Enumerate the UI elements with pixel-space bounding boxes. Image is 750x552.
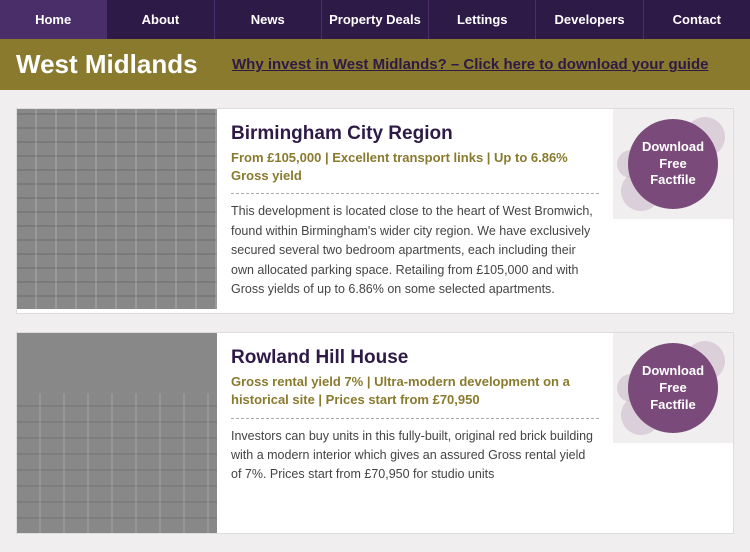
birmingham-title: Birmingham City Region (231, 123, 599, 145)
download-line2: Free (659, 156, 686, 173)
rowland-download-area: Download Free Factfile (613, 333, 733, 443)
birmingham-description: This development is located close to the… (231, 202, 599, 299)
download-line3-2: Factfile (650, 397, 696, 414)
download-line1-2: Download (642, 363, 704, 380)
nav-home[interactable]: Home (0, 0, 107, 39)
download-line2-2: Free (659, 380, 686, 397)
header-banner: West Midlands Why invest in West Midland… (0, 39, 750, 90)
property-list: Birmingham City Region From £105,000 | E… (0, 90, 750, 552)
nav-news[interactable]: News (215, 0, 322, 39)
birmingham-image (17, 109, 217, 309)
birmingham-download-area: Download Free Factfile (613, 109, 733, 219)
rowland-description: Investors can buy units in this fully-bu… (231, 427, 599, 485)
image-placeholder-2 (17, 333, 217, 533)
rowland-image (17, 333, 217, 533)
card-divider-2 (231, 418, 599, 419)
birmingham-download-button[interactable]: Download Free Factfile (628, 119, 718, 209)
nav-lettings[interactable]: Lettings (429, 0, 536, 39)
rowland-subtitle: Gross rental yield 7% | Ultra-modern dev… (231, 373, 599, 409)
birmingham-subtitle: From £105,000 | Excellent transport link… (231, 149, 599, 185)
birmingham-card-body: Birmingham City Region From £105,000 | E… (217, 109, 613, 313)
main-nav: Home About News Property Deals Lettings … (0, 0, 750, 39)
nav-about[interactable]: About (107, 0, 214, 39)
nav-developers[interactable]: Developers (536, 0, 643, 39)
rowland-download-button[interactable]: Download Free Factfile (628, 343, 718, 433)
nav-contact[interactable]: Contact (644, 0, 750, 39)
property-card-birmingham: Birmingham City Region From £105,000 | E… (16, 108, 734, 314)
download-line1: Download (642, 139, 704, 156)
card-divider (231, 193, 599, 194)
rowland-card-body: Rowland Hill House Gross rental yield 7%… (217, 333, 613, 499)
invest-link[interactable]: Why invest in West Midlands? – Click her… (232, 56, 708, 73)
region-title: West Midlands (16, 49, 216, 80)
image-placeholder (17, 109, 217, 309)
download-line3: Factfile (650, 172, 696, 189)
nav-property-deals[interactable]: Property Deals (322, 0, 429, 39)
property-card-rowland: Rowland Hill House Gross rental yield 7%… (16, 332, 734, 534)
rowland-title: Rowland Hill House (231, 347, 599, 369)
